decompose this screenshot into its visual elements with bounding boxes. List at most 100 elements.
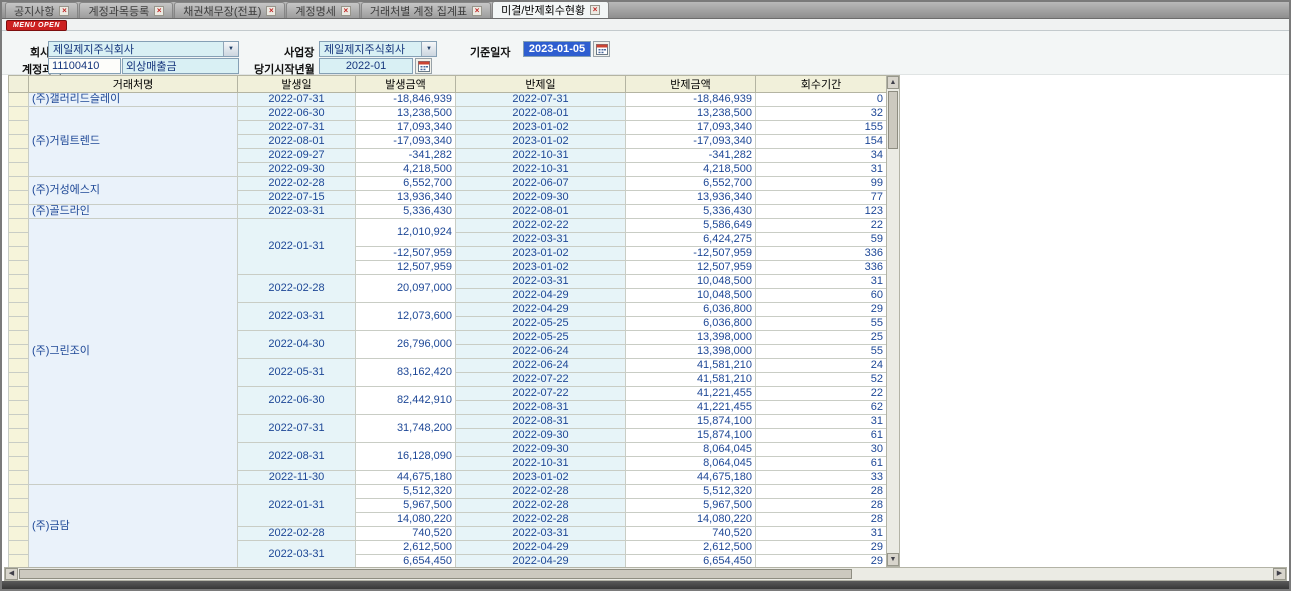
cell-days[interactable]: 61 bbox=[756, 457, 887, 471]
cell-samt[interactable]: 13,936,340 bbox=[626, 191, 756, 205]
cell-oamt[interactable]: -12,507,959 bbox=[356, 247, 456, 261]
site-select[interactable]: 제일제지주식회사 ▼ bbox=[319, 41, 437, 57]
cell-odate[interactable]: 2022-09-27 bbox=[238, 149, 356, 163]
cell-samt[interactable]: 6,036,800 bbox=[626, 317, 756, 331]
cell-samt[interactable]: 17,093,340 bbox=[626, 121, 756, 135]
cell-sdate[interactable]: 2022-10-31 bbox=[456, 149, 626, 163]
cell-samt[interactable]: 8,064,045 bbox=[626, 457, 756, 471]
cell-days[interactable]: 155 bbox=[756, 121, 887, 135]
row-indicator[interactable] bbox=[9, 317, 29, 331]
cell-sdate[interactable]: 2022-02-28 bbox=[456, 499, 626, 513]
cell-odate[interactable]: 2022-03-31 bbox=[238, 541, 356, 569]
cell-days[interactable]: 28 bbox=[756, 499, 887, 513]
cell-name[interactable]: (주)거성에스지 bbox=[29, 177, 238, 205]
cell-samt[interactable]: 740,520 bbox=[626, 527, 756, 541]
cell-oamt[interactable]: 16,128,090 bbox=[356, 443, 456, 471]
cell-odate[interactable]: 2022-01-31 bbox=[238, 219, 356, 275]
cell-sdate[interactable]: 2022-05-25 bbox=[456, 331, 626, 345]
row-indicator[interactable] bbox=[9, 149, 29, 163]
cell-samt[interactable]: 14,080,220 bbox=[626, 513, 756, 527]
cell-samt[interactable]: -18,846,939 bbox=[626, 93, 756, 107]
cell-odate[interactable]: 2022-07-15 bbox=[238, 191, 356, 205]
cell-sdate[interactable]: 2022-06-07 bbox=[456, 177, 626, 191]
cell-odate[interactable]: 2022-05-31 bbox=[238, 359, 356, 387]
cell-sdate[interactable]: 2022-08-31 bbox=[456, 401, 626, 415]
cell-days[interactable]: 62 bbox=[756, 401, 887, 415]
row-indicator[interactable] bbox=[9, 233, 29, 247]
cell-odate[interactable]: 2022-03-31 bbox=[238, 303, 356, 331]
tab-close-icon[interactable]: × bbox=[472, 6, 482, 16]
row-indicator[interactable] bbox=[9, 429, 29, 443]
row-indicator[interactable] bbox=[9, 485, 29, 499]
cell-oamt[interactable]: 14,080,220 bbox=[356, 513, 456, 527]
cell-odate[interactable]: 2022-01-31 bbox=[238, 485, 356, 527]
cell-days[interactable]: 22 bbox=[756, 387, 887, 401]
cell-oamt[interactable]: 4,218,500 bbox=[356, 163, 456, 177]
row-indicator[interactable] bbox=[9, 275, 29, 289]
cell-days[interactable]: 33 bbox=[756, 471, 887, 485]
row-indicator[interactable] bbox=[9, 401, 29, 415]
cell-days[interactable]: 29 bbox=[756, 541, 887, 555]
cell-days[interactable]: 61 bbox=[756, 429, 887, 443]
row-indicator[interactable] bbox=[9, 387, 29, 401]
tab-close-icon[interactable]: × bbox=[590, 5, 600, 15]
cell-days[interactable]: 99 bbox=[756, 177, 887, 191]
period-input[interactable] bbox=[319, 58, 413, 74]
cell-sdate[interactable]: 2023-01-02 bbox=[456, 135, 626, 149]
cell-name[interactable]: (주)거림트렌드 bbox=[29, 107, 238, 177]
cell-odate[interactable]: 2022-02-28 bbox=[238, 177, 356, 191]
cell-samt[interactable]: 2,612,500 bbox=[626, 541, 756, 555]
cell-days[interactable]: 60 bbox=[756, 289, 887, 303]
cell-sdate[interactable]: 2022-03-31 bbox=[456, 233, 626, 247]
cell-samt[interactable]: 10,048,500 bbox=[626, 289, 756, 303]
cell-samt[interactable]: 5,967,500 bbox=[626, 499, 756, 513]
cell-samt[interactable]: 6,424,275 bbox=[626, 233, 756, 247]
row-indicator[interactable] bbox=[9, 289, 29, 303]
tab-settlement-status[interactable]: 미결/반제회수현황 × bbox=[492, 1, 609, 18]
cell-sdate[interactable]: 2022-06-24 bbox=[456, 345, 626, 359]
cell-sdate[interactable]: 2022-03-31 bbox=[456, 527, 626, 541]
tab-notice[interactable]: 공지사항 × bbox=[5, 2, 78, 18]
vertical-scrollbar[interactable]: ▲ ▼ bbox=[886, 75, 900, 567]
cell-odate[interactable]: 2022-09-30 bbox=[238, 163, 356, 177]
cell-days[interactable]: 59 bbox=[756, 233, 887, 247]
cell-days[interactable]: 34 bbox=[756, 149, 887, 163]
row-indicator[interactable] bbox=[9, 93, 29, 107]
cell-samt[interactable]: 5,512,320 bbox=[626, 485, 756, 499]
cell-samt[interactable]: 41,581,210 bbox=[626, 373, 756, 387]
cell-samt[interactable]: -12,507,959 bbox=[626, 247, 756, 261]
cell-days[interactable]: 336 bbox=[756, 247, 887, 261]
cell-samt[interactable]: 41,221,455 bbox=[626, 401, 756, 415]
cell-oamt[interactable]: 83,162,420 bbox=[356, 359, 456, 387]
cell-oamt[interactable]: 12,073,600 bbox=[356, 303, 456, 331]
cell-sdate[interactable]: 2022-02-28 bbox=[456, 485, 626, 499]
row-indicator[interactable] bbox=[9, 513, 29, 527]
cell-sdate[interactable]: 2022-05-25 bbox=[456, 317, 626, 331]
row-indicator[interactable] bbox=[9, 205, 29, 219]
cell-name[interactable]: (주)그린조이 bbox=[29, 219, 238, 485]
row-indicator[interactable] bbox=[9, 177, 29, 191]
cell-samt[interactable]: 44,675,180 bbox=[626, 471, 756, 485]
cell-sdate[interactable]: 2022-07-22 bbox=[456, 373, 626, 387]
cell-samt[interactable]: 12,507,959 bbox=[626, 261, 756, 275]
cell-sdate[interactable]: 2022-04-29 bbox=[456, 303, 626, 317]
cell-days[interactable]: 25 bbox=[756, 331, 887, 345]
cell-sdate[interactable]: 2022-08-01 bbox=[456, 205, 626, 219]
cell-sdate[interactable]: 2023-01-02 bbox=[456, 471, 626, 485]
cell-oamt[interactable]: -18,846,939 bbox=[356, 93, 456, 107]
row-indicator[interactable] bbox=[9, 247, 29, 261]
cell-samt[interactable]: 5,586,649 bbox=[626, 219, 756, 233]
cell-days[interactable]: 336 bbox=[756, 261, 887, 275]
cell-days[interactable]: 31 bbox=[756, 275, 887, 289]
cell-samt[interactable]: -341,282 bbox=[626, 149, 756, 163]
cell-oamt[interactable]: 44,675,180 bbox=[356, 471, 456, 485]
cell-odate[interactable]: 2022-06-30 bbox=[238, 107, 356, 121]
cell-odate[interactable]: 2022-03-31 bbox=[238, 205, 356, 219]
horizontal-scroll-thumb[interactable] bbox=[19, 569, 852, 579]
cell-odate[interactable]: 2022-11-30 bbox=[238, 471, 356, 485]
row-indicator[interactable] bbox=[9, 415, 29, 429]
cell-samt[interactable]: -17,093,340 bbox=[626, 135, 756, 149]
tab-receivable-ledger[interactable]: 채권채무장(전표) × bbox=[174, 2, 285, 18]
cell-oamt[interactable]: 6,552,700 bbox=[356, 177, 456, 191]
cell-samt[interactable]: 13,398,000 bbox=[626, 345, 756, 359]
